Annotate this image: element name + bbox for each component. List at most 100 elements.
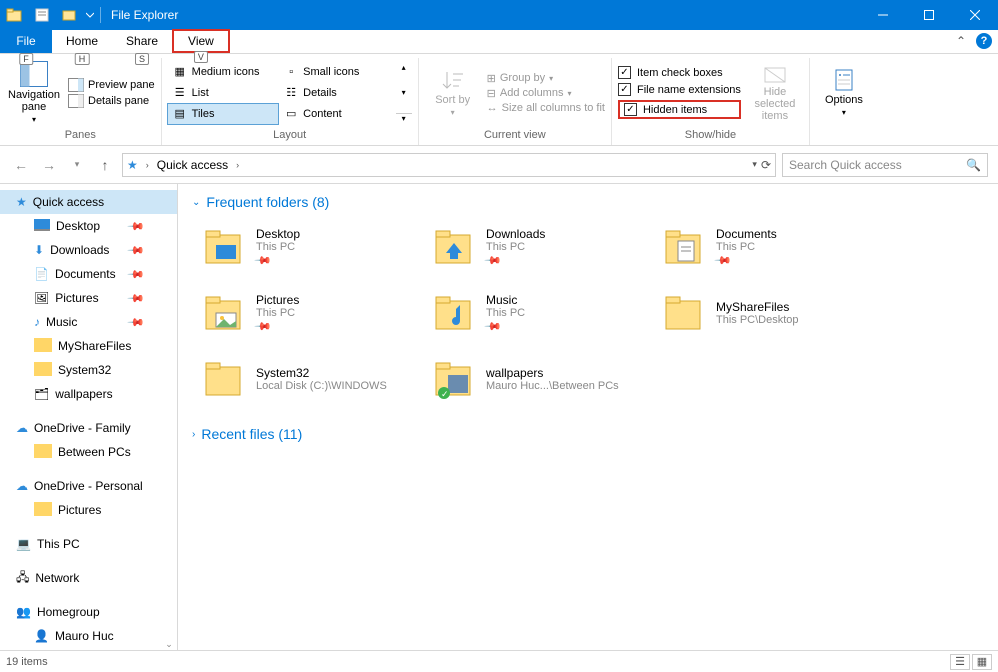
layout-medium-icons[interactable]: ▦Medium icons (168, 62, 279, 82)
sidebar-item-music[interactable]: ♪Music📌 (0, 310, 177, 334)
folder-icon (34, 502, 52, 519)
maximize-button[interactable] (906, 0, 952, 30)
sidebar-item-downloads[interactable]: ⬇Downloads📌 (0, 238, 177, 262)
folder-tile[interactable]: ✓wallpapersMauro Huc...\Between PCs (432, 352, 662, 406)
forward-button[interactable]: → (38, 154, 60, 176)
checkbox-file-extensions[interactable]: ✓File name extensions (618, 83, 741, 96)
sidebar-item-documents[interactable]: 📄Documents📌 (0, 262, 177, 286)
sidebar-item-between-pcs[interactable]: Between PCs (0, 440, 177, 464)
keytip-file: F (19, 53, 33, 65)
chevron-down-icon: ⌄ (192, 197, 200, 208)
help-icon[interactable]: ? (976, 33, 992, 49)
tab-home[interactable]: Home H (52, 29, 112, 53)
folder-name: Pictures (256, 293, 299, 307)
documents-icon: 📄 (34, 267, 49, 281)
sidebar-label: Documents (55, 267, 116, 281)
add-columns-button[interactable]: ⊟Add columns▾ (487, 87, 605, 100)
star-icon: ★ (16, 195, 27, 209)
qat-properties-icon[interactable] (30, 3, 54, 27)
folder-icon (34, 362, 52, 379)
address-root[interactable]: ★ › Quick access › (127, 158, 243, 172)
chevron-right-icon[interactable]: › (232, 160, 243, 170)
folder-tile[interactable]: MusicThis PC📌 (432, 286, 662, 340)
details-pane-button[interactable]: Details pane (68, 94, 155, 108)
chevron-right-icon[interactable]: › (142, 160, 153, 170)
tab-share[interactable]: Share S (112, 29, 172, 53)
computer-icon: 💻 (16, 537, 31, 551)
checkbox-hidden-items[interactable]: ✓Hidden items (618, 100, 741, 119)
sidebar-item-pictures[interactable]: 🖼Pictures📌 (0, 286, 177, 310)
layout-content[interactable]: ▭Content (279, 104, 390, 124)
checkmark-icon: ✓ (618, 66, 631, 79)
sidebar-label: This PC (37, 537, 80, 551)
sidebar-item-od-pictures[interactable]: Pictures (0, 498, 177, 522)
music-icon: ♪ (34, 315, 40, 329)
group-show-hide: ✓Item check boxes ✓File name extensions … (612, 58, 810, 145)
sidebar-item-mauro[interactable]: 👤Mauro Huc (0, 624, 177, 648)
pin-icon: 📌 (483, 251, 502, 270)
address-bar[interactable]: ★ › Quick access › ▾ ⟳ (122, 153, 776, 177)
sidebar-item-homegroup[interactable]: 👥Homegroup (0, 600, 177, 624)
sidebar-item-onedrive-personal[interactable]: ☁OneDrive - Personal (0, 474, 177, 498)
sidebar-item-myshare[interactable]: MyShareFiles (0, 334, 177, 358)
folder-tile[interactable]: DocumentsThis PC📌 (662, 220, 892, 274)
user-icon: 👤 (34, 629, 49, 643)
tab-view[interactable]: View V (172, 29, 230, 53)
preview-pane-button[interactable]: Preview pane (68, 78, 155, 92)
size-columns-button[interactable]: ↔Size all columns to fit (487, 102, 605, 114)
hide-selected-button[interactable]: Hide selected items (747, 64, 803, 122)
sidebar-item-quick-access[interactable]: ★Quick access (0, 190, 177, 214)
sidebar-item-this-pc[interactable]: 💻 This PC (0, 532, 177, 556)
sidebar-item-onedrive-family[interactable]: ☁OneDrive - Family (0, 416, 177, 440)
sidebar-scrollbar[interactable]: ⌄ (161, 184, 177, 650)
folder-tile[interactable]: DesktopThis PC📌 (202, 220, 432, 274)
checkbox-item-check-boxes[interactable]: ✓ Item check boxes (618, 66, 741, 79)
folder-location: This PC (716, 241, 777, 253)
group-current-view: Sort by ▾ ⊞Group by▾ ⊟Add columns▾ ↔Size… (419, 58, 612, 145)
checkmark-icon: ✓ (624, 103, 637, 116)
close-button[interactable] (952, 0, 998, 30)
search-input[interactable]: Search Quick access 🔍 (782, 153, 988, 177)
recent-locations-dropdown[interactable]: ▾ (66, 154, 88, 176)
layout-list[interactable]: ☰List (168, 83, 279, 103)
minimize-button[interactable] (860, 0, 906, 30)
qat-new-folder-icon[interactable] (58, 3, 82, 27)
preview-pane-label: Preview pane (88, 79, 155, 91)
refresh-icon[interactable]: ⟳ (761, 158, 771, 172)
layout-content-label: Content (303, 108, 342, 120)
folder-location: Local Disk (C:)\WINDOWS (256, 380, 387, 392)
layout-scroll[interactable]: ▴▾▾ (396, 63, 412, 123)
navigation-pane-button[interactable]: Navigation pane ▾ (6, 61, 62, 124)
folder-tile[interactable]: System32Local Disk (C:)\WINDOWS (202, 352, 432, 406)
section-frequent-folders[interactable]: ⌄ Frequent folders (8) (192, 194, 984, 210)
folder-name: wallpapers (486, 366, 619, 380)
item-check-boxes-label: Item check boxes (637, 67, 723, 79)
sidebar-item-wallpapers[interactable]: 🗂wallpapers (0, 382, 177, 406)
folder-location: Mauro Huc...\Between PCs (486, 380, 619, 392)
minimize-ribbon-icon[interactable]: ⌃ (956, 34, 966, 48)
search-placeholder: Search Quick access (789, 158, 966, 172)
folder-tile[interactable]: PicturesThis PC📌 (202, 286, 432, 340)
sidebar-item-network[interactable]: 🖧Network (0, 566, 177, 590)
sidebar-label: Network (35, 571, 79, 585)
layout-tiles[interactable]: ▤Tiles (168, 104, 279, 124)
qat-icon[interactable] (2, 3, 26, 27)
tab-file[interactable]: File F (0, 29, 52, 53)
address-dropdown-icon[interactable]: ▾ (752, 159, 757, 170)
layout-small-icons[interactable]: ▫Small icons (279, 62, 390, 82)
group-by-button[interactable]: ⊞Group by▾ (487, 72, 605, 85)
section-recent-files[interactable]: › Recent files (11) (192, 426, 984, 442)
tab-file-label: File (16, 34, 35, 48)
folder-tile[interactable]: DownloadsThis PC📌 (432, 220, 662, 274)
up-button[interactable]: ↑ (94, 154, 116, 176)
sidebar-label: Desktop (56, 219, 100, 233)
folder-tile[interactable]: MyShareFilesThis PC\Desktop (662, 286, 892, 340)
sidebar-item-desktop[interactable]: Desktop📌 (0, 214, 177, 238)
layout-details[interactable]: ☷Details (279, 83, 390, 103)
back-button[interactable]: ← (10, 154, 32, 176)
folder-icon (202, 357, 246, 401)
sort-by-button[interactable]: Sort by ▾ (425, 68, 481, 117)
sidebar-item-system32[interactable]: System32 (0, 358, 177, 382)
options-button[interactable]: Options ▾ (816, 68, 872, 117)
qat-dropdown-icon[interactable] (84, 11, 96, 19)
